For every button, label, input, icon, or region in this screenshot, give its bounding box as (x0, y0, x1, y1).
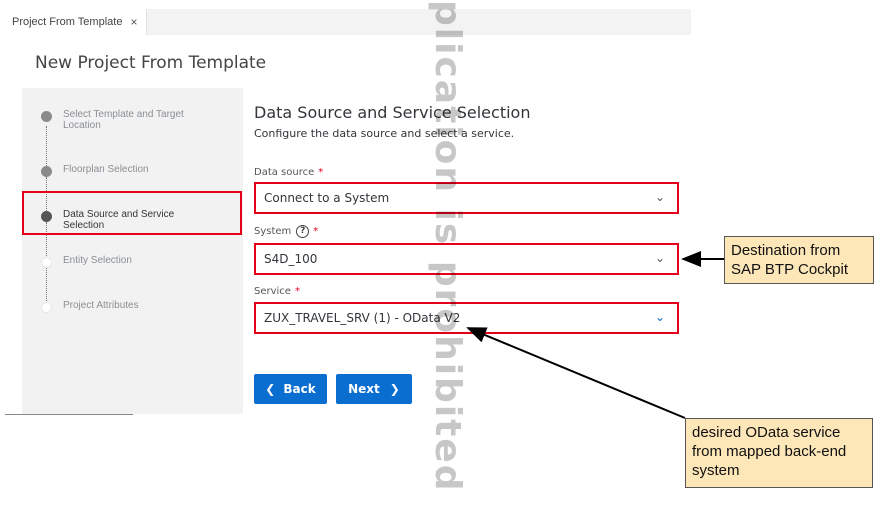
service-arrow (466, 327, 686, 419)
callout-service: desired OData service from mapped back-e… (685, 418, 873, 488)
callout-destination: Destination from SAP BTP Cockpit (724, 236, 874, 284)
